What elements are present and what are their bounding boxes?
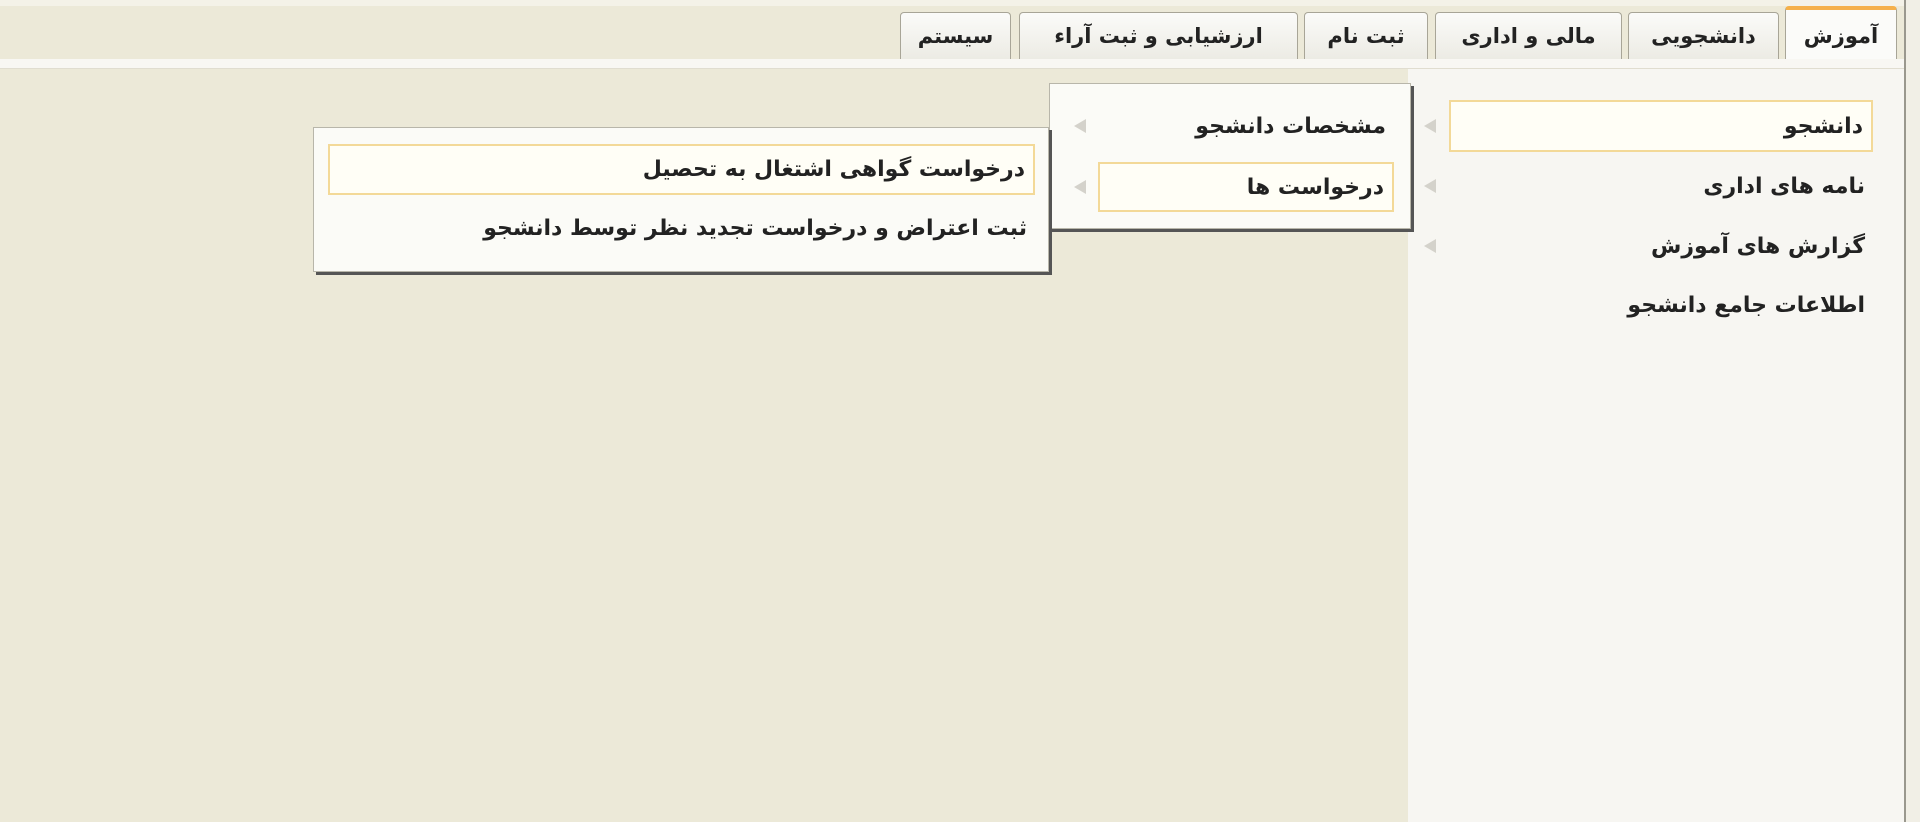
tab-evaluation[interactable]: ارزشیابی و ثبت آراء [1019, 12, 1298, 59]
sidebar-item-label: دانشجو [1783, 113, 1863, 139]
sidebar-item-reports[interactable]: گزارش های آموزش [1449, 223, 1873, 269]
menu-item-enrollment-certificate[interactable]: درخواست گواهی اشتغال به تحصیل [328, 144, 1035, 195]
tab-registration[interactable]: ثبت نام [1304, 12, 1428, 59]
menu-item-label: درخواست گواهی اشتغال به تحصیل [642, 157, 1025, 182]
submenu-arrow-icon [1424, 239, 1436, 253]
submenu-arrow-icon [1074, 180, 1086, 194]
submenu-arrow-icon [1424, 179, 1436, 193]
menu-item-appeal[interactable]: ثبت اعتراض و درخواست تجدید نظر توسط دانش… [328, 205, 1035, 251]
submenu-arrow-icon [1074, 119, 1086, 133]
tab-finance[interactable]: مالی و اداری [1435, 12, 1622, 59]
menu-item-label: ثبت اعتراض و درخواست تجدید نظر توسط دانش… [483, 215, 1027, 241]
sidebar-item-label: نامه های اداری [1703, 173, 1865, 199]
sidebar-item-label: گزارش های آموزش [1650, 233, 1865, 259]
menu-item-label: درخواست ها [1246, 174, 1384, 200]
tab-student[interactable]: دانشجویی [1628, 12, 1779, 59]
sidebar-item-student-info[interactable]: اطلاعات جامع دانشجو [1449, 282, 1873, 328]
tab-underline [0, 59, 1904, 69]
menu-item-label: مشخصات دانشجو [1195, 113, 1386, 139]
scrollbar[interactable] [1904, 0, 1920, 822]
sidebar-item-student[interactable]: دانشجو [1449, 100, 1873, 152]
sidebar-item-letters[interactable]: نامه های اداری [1449, 163, 1873, 209]
tab-education[interactable]: آموزش [1785, 6, 1897, 61]
submenu-arrow-icon [1424, 119, 1436, 133]
menu-item-student-details[interactable]: مشخصات دانشجو [1098, 103, 1394, 149]
tab-system[interactable]: سیستم [900, 12, 1011, 59]
menu-item-requests[interactable]: درخواست ها [1098, 162, 1394, 212]
sidebar-item-label: اطلاعات جامع دانشجو [1627, 292, 1865, 318]
